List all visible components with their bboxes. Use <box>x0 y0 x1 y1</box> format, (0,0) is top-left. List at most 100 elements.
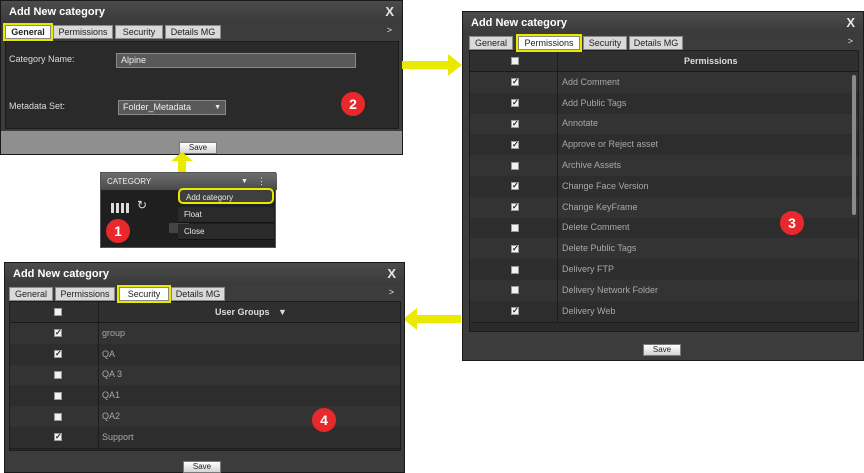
tab-general[interactable]: General <box>9 287 53 301</box>
row-checkbox[interactable]: ✓ <box>511 307 519 316</box>
tab-scroll-right-icon[interactable]: > <box>848 36 853 46</box>
column-divider <box>557 238 558 260</box>
close-icon[interactable]: X <box>387 263 396 285</box>
table-row[interactable]: QA2 <box>10 406 400 428</box>
close-icon[interactable]: X <box>385 1 394 23</box>
tab-security[interactable]: Security <box>117 285 171 303</box>
close-icon[interactable]: X <box>846 12 855 34</box>
row-checkbox[interactable]: ✓ <box>511 78 519 87</box>
row-label: Change Face Version <box>562 180 649 191</box>
row-checkbox[interactable]: ✓ <box>511 244 519 253</box>
grid-view-icon[interactable] <box>111 203 129 213</box>
dialog-footer: Save <box>1 131 402 154</box>
tab-details-mg[interactable]: Details MG <box>165 25 221 39</box>
tab-details-mg[interactable]: Details MG <box>171 287 225 301</box>
table-row[interactable]: ✓ Add Comment <box>470 72 858 94</box>
table-row[interactable]: ✓ Approve or Reject asset <box>470 134 858 157</box>
tab-permissions[interactable]: Permissions <box>53 25 113 39</box>
column-divider <box>557 259 558 280</box>
user-groups-header[interactable]: User Groups <box>215 307 270 317</box>
save-button[interactable]: Save <box>643 344 681 356</box>
tab-scroll-right-icon[interactable]: > <box>387 25 392 35</box>
table-row[interactable]: ✓ Support <box>10 427 400 449</box>
metadata-set-select[interactable]: Folder_Metadata ▼ <box>118 100 226 115</box>
column-divider <box>557 155 558 176</box>
table-row[interactable]: QA1 <box>10 385 400 408</box>
row-checkbox[interactable]: ✓ <box>54 329 62 338</box>
table-row[interactable]: QA 3 <box>10 364 400 387</box>
tab-details-mg[interactable]: Details MG <box>629 36 683 50</box>
grid-header: User Groups ▼ <box>10 302 400 323</box>
menu-item-close[interactable]: Close <box>178 224 274 240</box>
dialog-title: Add New category <box>9 6 105 18</box>
tab-permissions[interactable]: Permissions <box>516 34 582 52</box>
table-row[interactable]: Delivery Network Folder <box>470 280 858 302</box>
row-checkbox[interactable] <box>54 370 62 379</box>
table-row[interactable]: ✓ Delivery Web <box>470 300 858 323</box>
row-checkbox[interactable]: ✓ <box>511 119 519 128</box>
table-row[interactable]: ✓ Change Face Version <box>470 176 858 198</box>
select-all-checkbox[interactable] <box>54 308 62 316</box>
add-category-dialog-permissions: Add New category X General Permissions S… <box>462 11 864 361</box>
row-checkbox[interactable]: ✓ <box>54 350 62 359</box>
column-divider <box>98 343 99 365</box>
table-row[interactable]: Delivery FTP <box>470 259 858 281</box>
row-label: Support <box>102 431 134 442</box>
add-category-dialog-general: Add New category X General Permissions S… <box>0 0 403 155</box>
tab-permissions[interactable]: Permissions <box>55 287 115 301</box>
row-label: QA 3 <box>102 369 123 380</box>
dialog-footer: Save <box>463 334 863 360</box>
row-label: Add Public Tags <box>562 97 627 108</box>
row-checkbox[interactable] <box>511 223 519 232</box>
arrow-right-icon <box>402 54 462 76</box>
sort-down-icon[interactable]: ▼ <box>278 307 287 317</box>
column-divider <box>557 196 558 218</box>
column-divider <box>557 51 558 71</box>
row-label: Delete Comment <box>562 222 630 233</box>
tab-general[interactable]: General <box>469 36 513 50</box>
tab-security[interactable]: Security <box>583 36 627 50</box>
dialog-title-bar: Add New category X <box>5 263 404 285</box>
row-checkbox[interactable] <box>511 286 519 295</box>
row-checkbox[interactable]: ✓ <box>511 203 519 212</box>
step-badge-1: 1 <box>106 219 130 243</box>
row-label: QA1 <box>102 390 121 401</box>
menu-item-float[interactable]: Float <box>178 207 274 223</box>
refresh-icon[interactable]: ↻ <box>137 198 147 212</box>
arrow-up-icon <box>171 152 193 172</box>
tab-general[interactable]: General <box>3 23 53 41</box>
row-label: Delivery Web <box>562 305 616 316</box>
row-label: Archive Assets <box>562 160 622 171</box>
row-checkbox[interactable] <box>511 265 519 274</box>
row-label: QA2 <box>102 411 121 422</box>
save-button[interactable]: Save <box>183 461 221 473</box>
row-checkbox[interactable] <box>54 391 62 400</box>
row-label: Delivery Network Folder <box>562 284 659 295</box>
category-name-input[interactable]: Alpine <box>116 53 356 68</box>
column-divider <box>557 134 558 156</box>
tab-scroll-right-icon[interactable]: > <box>389 287 394 297</box>
step-badge-3: 3 <box>780 211 804 235</box>
row-checkbox[interactable]: ✓ <box>511 140 519 149</box>
table-row[interactable]: Archive Assets <box>470 155 858 177</box>
row-checkbox[interactable]: ✓ <box>511 182 519 191</box>
table-row[interactable]: ✓ Annotate <box>470 113 858 136</box>
table-row[interactable]: ✓ Add Public Tags <box>470 92 858 115</box>
dialog-title: Add New category <box>13 268 109 280</box>
table-row[interactable]: ✓ Delete Public Tags <box>470 238 858 261</box>
scrollbar[interactable] <box>852 75 856 215</box>
metadata-set-label: Metadata Set: <box>9 101 66 111</box>
menu-item-add-category[interactable]: Add category <box>178 188 274 204</box>
column-divider <box>557 72 558 93</box>
column-divider <box>98 385 99 407</box>
row-checkbox[interactable]: ✓ <box>54 433 62 442</box>
category-name-label: Category Name: <box>9 54 75 64</box>
row-checkbox[interactable] <box>511 161 519 170</box>
column-divider <box>98 427 99 448</box>
row-checkbox[interactable]: ✓ <box>511 99 519 108</box>
select-all-checkbox[interactable] <box>511 57 519 65</box>
tab-security[interactable]: Security <box>115 25 163 39</box>
table-row[interactable]: ✓ group <box>10 323 400 345</box>
row-checkbox[interactable] <box>54 412 62 421</box>
table-row[interactable]: ✓ QA <box>10 343 400 366</box>
